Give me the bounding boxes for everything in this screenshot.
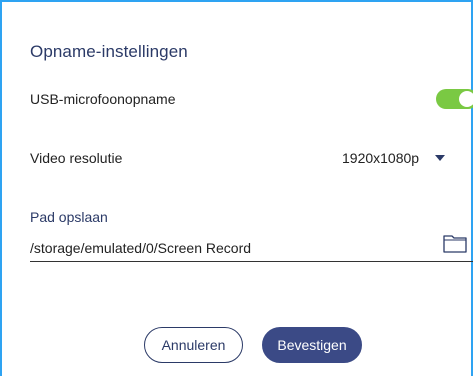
caret-down-icon — [435, 155, 446, 161]
save-path-label: Pad opslaan — [30, 209, 108, 225]
recording-settings-dialog: Opname-instellingen USB-microfoonopname … — [0, 0, 473, 376]
video-resolution-dropdown[interactable]: 1920x1080p — [342, 147, 446, 169]
video-resolution-value: 1920x1080p — [342, 150, 420, 166]
video-resolution-label: Video resolutie — [30, 150, 123, 166]
save-path-value: /storage/emulated/0/Screen Record — [30, 240, 252, 256]
toggle-knob — [459, 91, 473, 107]
usb-microphone-label: USB-microfoonopname — [30, 91, 176, 107]
folder-icon[interactable] — [442, 232, 468, 254]
dialog-title: Opname-instellingen — [30, 42, 188, 61]
cancel-button[interactable]: Annuleren — [144, 327, 243, 363]
confirm-button[interactable]: Bevestigen — [262, 327, 362, 363]
save-path-field[interactable]: /storage/emulated/0/Screen Record — [30, 234, 473, 262]
usb-microphone-toggle[interactable] — [436, 89, 473, 109]
